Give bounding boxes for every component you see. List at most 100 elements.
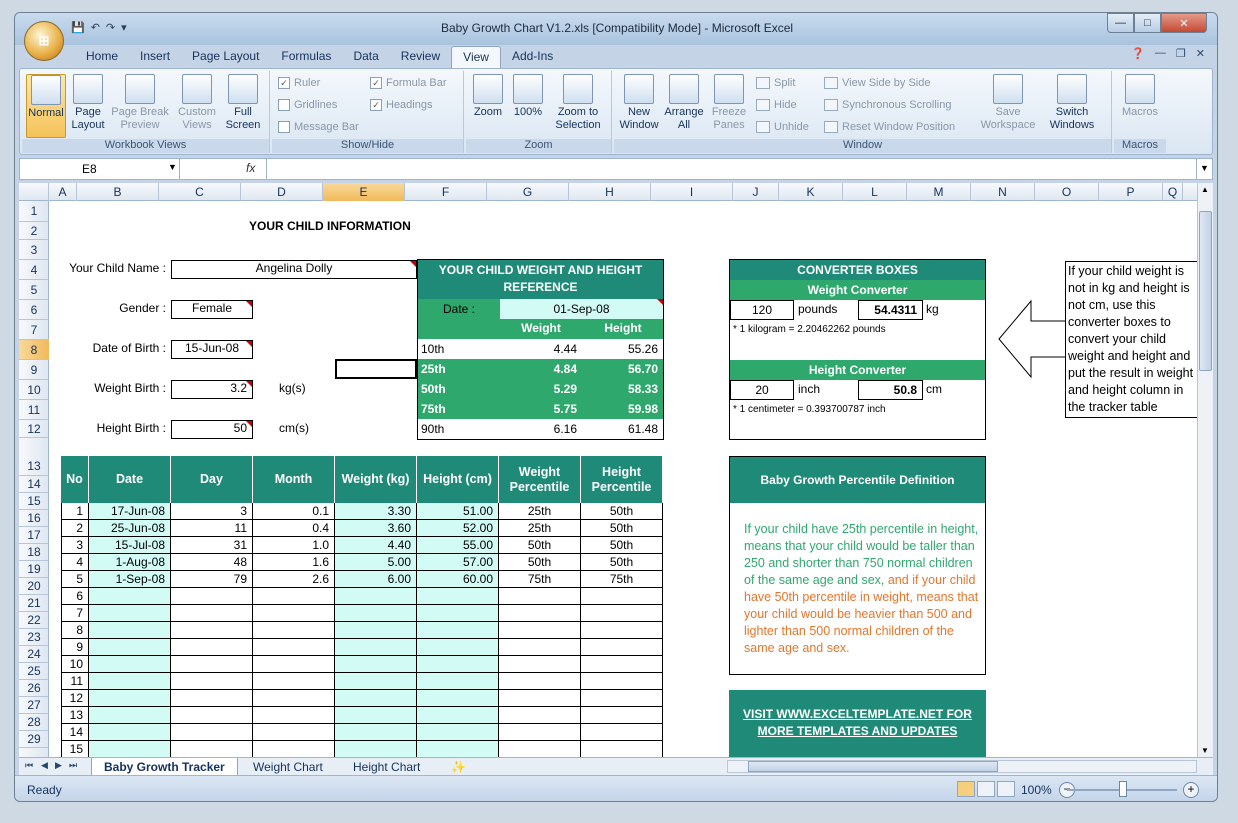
tracker-cell[interactable] [417,622,499,639]
tab-data[interactable]: Data [342,46,389,68]
horizontal-scroll-thumb[interactable] [748,761,998,772]
row-header-21[interactable]: 21 [19,595,49,612]
expand-formula-bar-icon[interactable]: ▼ [1196,159,1212,179]
doc-minimize-icon[interactable]: — [1155,47,1166,60]
title-bar[interactable]: Baby Growth Chart V1.2.xls [Compatibilit… [15,13,1217,45]
doc-restore-icon[interactable]: ❐ [1176,47,1186,60]
column-header-m[interactable]: M [907,183,971,201]
tracker-cell[interactable] [417,588,499,605]
row-header-16[interactable]: 16 [19,510,49,527]
tracker-cell[interactable] [335,588,417,605]
tracker-cell[interactable] [89,741,171,757]
page-layout-view-button[interactable]: Page Layout [68,74,108,132]
redo-icon[interactable]: ↷ [106,21,115,34]
normal-view-button[interactable]: Normal [26,74,66,138]
view-side-by-side-button[interactable]: View Side by Side [824,77,930,89]
dob-cell[interactable]: 15-Jun-08 [171,340,253,359]
macros-button[interactable]: Macros [1120,74,1160,119]
weight-birth-cell[interactable]: 3.2 [171,380,253,399]
scroll-down-icon[interactable]: ▼ [1201,746,1209,755]
cell-grid[interactable]: YOUR CHILD INFORMATION Your Child Name :… [49,201,1197,757]
normal-view-status-button[interactable] [957,781,975,797]
row-header-14[interactable]: 14 [19,476,49,493]
tracker-cell[interactable]: 17-Jun-08 [89,503,171,520]
vertical-scrollbar[interactable]: ▲ ▼ [1197,183,1213,757]
column-header-a[interactable]: A [49,183,77,201]
row-header-20[interactable]: 20 [19,578,49,595]
tracker-cell[interactable] [335,605,417,622]
row-header-1[interactable]: 1 [19,201,49,222]
row-header-26[interactable]: 26 [19,680,49,697]
tracker-cell[interactable] [417,639,499,656]
column-header-d[interactable]: D [241,183,323,201]
scroll-up-icon[interactable]: ▲ [1201,185,1209,194]
tracker-cell[interactable] [417,656,499,673]
row-header-13[interactable]: 13 [19,438,49,476]
row-header-3[interactable]: 3 [19,240,49,260]
maximize-button[interactable]: □ [1134,13,1161,33]
page-layout-status-button[interactable] [977,781,995,797]
height-birth-cell[interactable]: 50 [171,420,253,439]
formula-bar-checkbox[interactable]: ✓ Formula Bar [370,77,447,89]
page-break-status-button[interactable] [997,781,1015,797]
tracker-cell[interactable] [417,605,499,622]
tracker-cell[interactable]: 60.00 [417,571,499,588]
hide-button[interactable]: Hide [756,99,797,111]
inch-input[interactable]: 20 [730,380,794,400]
tracker-cell[interactable] [89,724,171,741]
new-window-button[interactable]: New Window [618,74,660,132]
doc-close-icon[interactable]: ✕ [1196,47,1205,60]
horizontal-scrollbar[interactable] [727,760,1197,773]
vertical-scroll-thumb[interactable] [1199,211,1212,371]
row-header-28[interactable]: 28 [19,714,49,731]
full-screen-button[interactable]: Full Screen [222,74,264,132]
row-header-6[interactable]: 6 [19,300,49,320]
tracker-cell[interactable] [335,741,417,757]
reset-window-position-button[interactable]: Reset Window Position [824,121,955,133]
row-header-27[interactable]: 27 [19,697,49,714]
zoom-in-icon[interactable]: + [1183,782,1199,798]
sheet-tab-baby-growth-tracker[interactable]: Baby Growth Tracker [91,758,238,776]
tracker-cell[interactable] [335,724,417,741]
zoom-to-selection-button[interactable]: Zoom to Selection [550,74,606,132]
tracker-cell[interactable]: 25-Jun-08 [89,520,171,537]
row-header-23[interactable]: 23 [19,629,49,646]
tracker-cell[interactable]: 3.60 [335,520,417,537]
tab-add-ins[interactable]: Add-Ins [501,46,564,68]
ruler-checkbox[interactable]: ✓ Ruler [278,77,320,89]
column-header-e[interactable]: E [323,183,405,201]
column-header-b[interactable]: B [77,183,159,201]
tracker-cell[interactable] [335,690,417,707]
row-header-19[interactable]: 19 [19,561,49,578]
first-sheet-icon[interactable]: ⏮ [25,760,33,771]
freeze-panes-button[interactable]: Freeze Panes [708,74,750,132]
column-header-f[interactable]: F [405,183,487,201]
child-name-cell[interactable]: Angelina Dolly [171,260,417,279]
column-header-n[interactable]: N [971,183,1035,201]
pounds-input[interactable]: 120 [730,300,794,320]
tracker-cell[interactable]: 3.30 [335,503,417,520]
column-header-q[interactable]: Q [1163,183,1183,201]
tracker-cell[interactable]: 5.00 [335,554,417,571]
tracker-cell[interactable]: 52.00 [417,520,499,537]
active-cell-cursor[interactable] [335,359,417,379]
save-icon[interactable]: 💾 [71,21,85,34]
column-header-l[interactable]: L [843,183,907,201]
column-header-c[interactable]: C [159,183,241,201]
tracker-cell[interactable] [89,605,171,622]
headings-checkbox[interactable]: ✓ Headings [370,99,432,111]
row-header-18[interactable]: 18 [19,544,49,561]
save-workspace-button[interactable]: Save Workspace [978,74,1038,132]
row-header-9[interactable]: 9 [19,360,49,380]
column-header-p[interactable]: P [1099,183,1163,201]
column-header-k[interactable]: K [779,183,843,201]
tracker-cell[interactable] [335,639,417,656]
zoom-100-button[interactable]: 100% [510,74,546,119]
tab-review[interactable]: Review [390,46,451,68]
tab-insert[interactable]: Insert [129,46,181,68]
tracker-cell[interactable] [89,690,171,707]
row-header-4[interactable]: 4 [19,260,49,280]
tracker-cell[interactable]: 1-Aug-08 [89,554,171,571]
arrange-all-button[interactable]: Arrange All [662,74,706,132]
tracker-cell[interactable] [89,639,171,656]
